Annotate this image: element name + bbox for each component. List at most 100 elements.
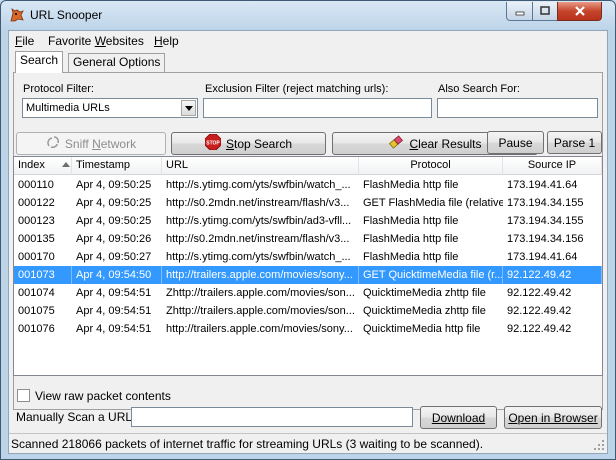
menu-file[interactable]: File bbox=[15, 34, 34, 48]
cell-index: 000123 bbox=[18, 215, 55, 227]
exclusion-filter-input[interactable] bbox=[203, 98, 432, 118]
tab-general-options[interactable]: General Options bbox=[68, 53, 166, 73]
resize-grip-icon[interactable] bbox=[593, 439, 605, 451]
cell-source-ip: 173.194.34.155 bbox=[507, 215, 584, 227]
parse-button[interactable]: Parse 1 bbox=[547, 131, 602, 154]
status-bar: Scanned 218066 packets of internet traff… bbox=[9, 433, 607, 453]
cell-index: 000135 bbox=[18, 233, 55, 245]
sniff-network-button[interactable]: Sniff Network bbox=[16, 132, 166, 155]
cell-url: Zhttp://trailers.apple.com/movies/son... bbox=[166, 305, 355, 317]
cell-source-ip: 92.122.49.42 bbox=[507, 305, 572, 317]
client-area: File Favorite Websites Help Search Gener… bbox=[8, 30, 608, 454]
table-row[interactable]: 001073 Apr 4, 09:54:50 http://trailers.app… bbox=[14, 266, 602, 284]
cell-timestamp: Apr 4, 09:54:51 bbox=[76, 305, 152, 317]
cell-protocol: FlashMedia http file bbox=[363, 215, 459, 227]
exclusion-filter-label: Exclusion Filter (reject matching urls): bbox=[205, 83, 389, 95]
window-title: URL Snooper bbox=[30, 8, 103, 22]
close-button[interactable] bbox=[557, 2, 602, 21]
cell-protocol: GET QuicktimeMedia file (r... bbox=[359, 266, 503, 284]
protocol-filter-value: Multimedia URLs bbox=[26, 102, 110, 114]
cell-source-ip: 173.194.41.64 bbox=[507, 251, 578, 263]
table-row[interactable]: 001076 Apr 4, 09:54:51 http://trailers.app… bbox=[14, 320, 602, 338]
menu-help[interactable]: Help bbox=[154, 34, 179, 48]
column-header-protocol[interactable]: Protocol bbox=[359, 157, 503, 175]
cell-source-ip: 92.122.49.42 bbox=[507, 287, 572, 299]
dropdown-button[interactable] bbox=[181, 100, 196, 116]
eraser-icon bbox=[388, 135, 404, 152]
manual-scan-input[interactable] bbox=[131, 407, 413, 427]
also-search-input[interactable] bbox=[437, 98, 598, 118]
raw-packet-label: View raw packet contents bbox=[35, 389, 171, 403]
chevron-down-icon bbox=[184, 105, 193, 111]
cell-timestamp: Apr 4, 09:50:26 bbox=[76, 233, 152, 245]
cell-index: 000122 bbox=[18, 197, 55, 209]
cell-timestamp: Apr 4, 09:54:50 bbox=[72, 266, 162, 284]
cell-protocol: QuicktimeMedia http file bbox=[363, 323, 481, 335]
pause-button[interactable]: Pause bbox=[487, 131, 544, 154]
minimize-icon bbox=[515, 11, 524, 16]
table-row[interactable]: 000123 Apr 4, 09:50:25 http://s.ytimg.com/… bbox=[14, 212, 602, 230]
cell-url: Zhttp://trailers.apple.com/movies/son... bbox=[166, 287, 355, 299]
column-header-url[interactable]: URL bbox=[162, 157, 359, 175]
protocol-filter-select[interactable]: Multimedia URLs bbox=[22, 98, 198, 118]
table-row[interactable]: 001075 Apr 4, 09:54:51 Zhttp://trailers.ap… bbox=[14, 302, 602, 320]
cell-protocol: FlashMedia http file bbox=[363, 233, 459, 245]
cell-source-ip: 173.194.34.155 bbox=[507, 197, 584, 209]
menu-bar: File Favorite Websites Help bbox=[9, 31, 607, 51]
open-in-browser-button[interactable]: Open in Browser bbox=[504, 406, 602, 429]
cell-url: http://trailers.apple.com/movies/sony... bbox=[162, 266, 359, 284]
table-row[interactable]: 000122 Apr 4, 09:50:25 http://s0.2mdn.net/… bbox=[14, 194, 602, 212]
manual-scan-label: Manually Scan a URL: bbox=[16, 410, 136, 424]
table-row[interactable]: 001074 Apr 4, 09:54:51 Zhttp://trailers.ap… bbox=[14, 284, 602, 302]
cell-protocol: FlashMedia http file bbox=[363, 179, 459, 191]
table-header: Index Timestamp URL Protocol Source IP bbox=[14, 157, 602, 175]
raw-packet-checkbox[interactable] bbox=[17, 389, 30, 402]
column-header-timestamp[interactable]: Timestamp bbox=[72, 157, 162, 175]
stop-search-button[interactable]: STOP Stop Search bbox=[171, 132, 326, 155]
tab-search[interactable]: Search bbox=[15, 51, 64, 73]
cell-protocol: QuicktimeMedia zhttp file bbox=[363, 287, 486, 299]
title-bar[interactable]: URL Snooper bbox=[1, 1, 615, 29]
cell-timestamp: Apr 4, 09:50:25 bbox=[76, 179, 152, 191]
svg-text:STOP: STOP bbox=[206, 141, 220, 147]
tab-strip: Search General Options bbox=[13, 51, 603, 73]
cell-index: 001075 bbox=[18, 305, 55, 317]
cell-url: http://s.ytimg.com/yts/swfbin/ad3-vfll..… bbox=[166, 215, 352, 227]
column-header-source-ip[interactable]: Source IP bbox=[503, 157, 602, 175]
download-button[interactable]: Download bbox=[420, 406, 497, 429]
cell-index: 000170 bbox=[18, 251, 55, 263]
stop-sign-icon: STOP bbox=[204, 133, 222, 153]
cell-index: 000110 bbox=[18, 179, 54, 191]
cell-source-ip: 173.194.34.156 bbox=[507, 233, 584, 245]
cell-url: http://trailers.apple.com/movies/sony... bbox=[166, 323, 353, 335]
table-row[interactable]: 000170 Apr 4, 09:50:27 http://s.ytimg.com/… bbox=[14, 248, 602, 266]
app-mascot-icon bbox=[10, 8, 24, 22]
cell-url: http://s.ytimg.com/yts/swfbin/watch_... bbox=[166, 179, 351, 191]
cell-protocol: QuicktimeMedia zhttp file bbox=[363, 305, 486, 317]
status-text: Scanned 218066 packets of internet traff… bbox=[11, 437, 484, 451]
cell-protocol: GET FlashMedia file (relative) bbox=[363, 197, 503, 209]
main-window: URL Snooper File Favorite Websites Help … bbox=[0, 0, 616, 460]
table-row[interactable]: 000110 Apr 4, 09:50:25 http://s.ytimg.com/… bbox=[14, 176, 602, 194]
table-row[interactable]: 000135 Apr 4, 09:50:26 http://s0.2mdn.net/… bbox=[14, 230, 602, 248]
cell-url: http://s.ytimg.com/yts/swfbin/watch_... bbox=[166, 251, 351, 263]
cell-timestamp: Apr 4, 09:54:51 bbox=[76, 287, 152, 299]
cell-timestamp: Apr 4, 09:54:51 bbox=[76, 323, 152, 335]
cell-timestamp: Apr 4, 09:50:25 bbox=[76, 197, 152, 209]
menu-favorite-websites[interactable]: Favorite Websites bbox=[48, 34, 144, 48]
maximize-icon bbox=[540, 6, 550, 15]
cell-url: http://s0.2mdn.net/instream/flash/v3... bbox=[166, 197, 350, 209]
cell-protocol: FlashMedia http file bbox=[363, 251, 459, 263]
close-icon bbox=[574, 6, 585, 16]
cell-index: 001076 bbox=[18, 323, 55, 335]
network-icon bbox=[46, 135, 60, 152]
cell-source-ip: 92.122.49.42 bbox=[507, 323, 572, 335]
cell-source-ip: 92.122.49.42 bbox=[503, 266, 602, 284]
maximize-button[interactable] bbox=[532, 2, 558, 21]
minimize-button[interactable] bbox=[506, 2, 533, 21]
cell-source-ip: 173.194.41.64 bbox=[507, 179, 578, 191]
cell-index: 001073 bbox=[14, 266, 72, 284]
cell-timestamp: Apr 4, 09:50:27 bbox=[76, 251, 152, 263]
protocol-filter-label: Protocol Filter: bbox=[23, 83, 94, 95]
results-table[interactable]: Index Timestamp URL Protocol Source IP 00011… bbox=[13, 156, 603, 376]
